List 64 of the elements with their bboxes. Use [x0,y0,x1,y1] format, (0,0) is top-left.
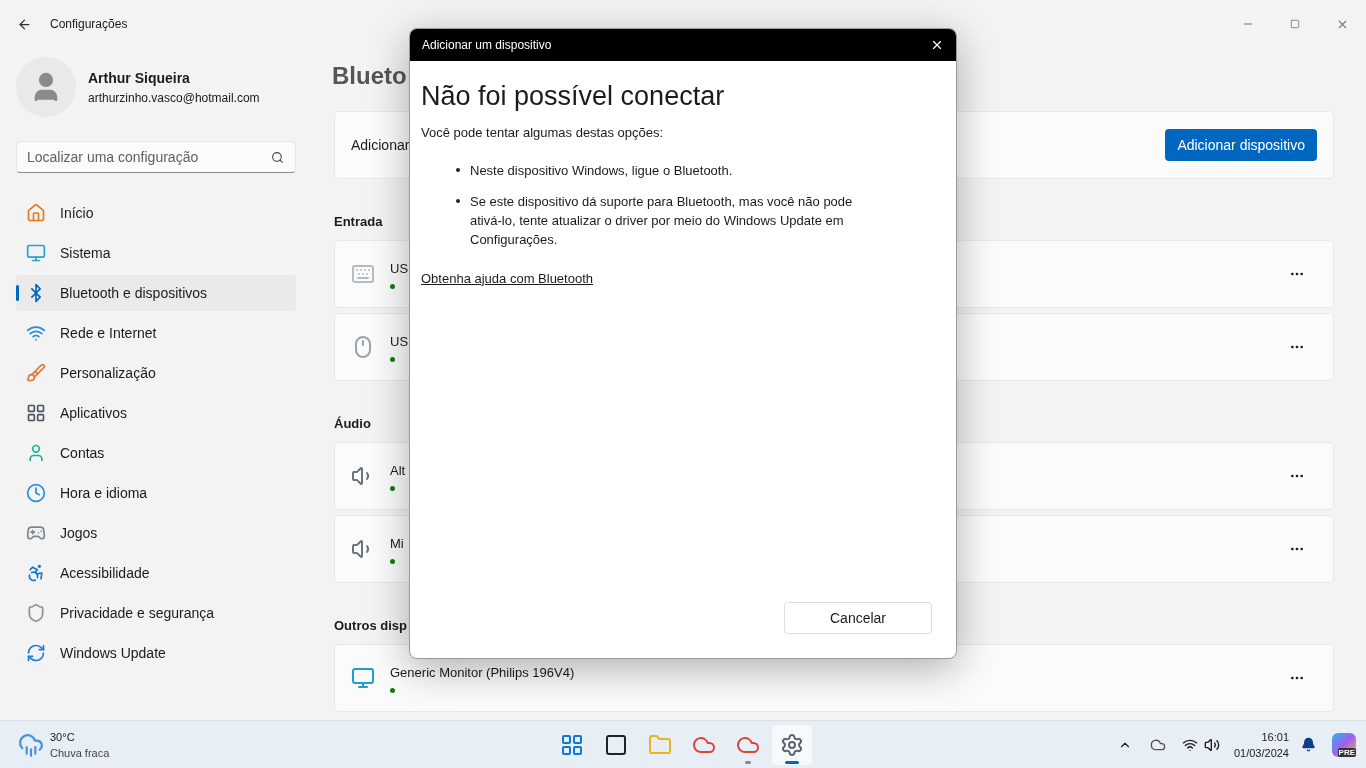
section-heading: Entrada [334,214,383,230]
dialog-title: Adicionar um dispositivo [422,37,552,54]
device-name: US [390,333,409,352]
section-heading: Outros disp [334,618,407,634]
sidebar-item[interactable]: Sistema [16,235,296,271]
option-text: Neste dispositivo Windows, ligue o Bluetooth. [470,161,733,180]
account-icon [26,443,46,463]
clock-time[interactable]: 16:01 [1261,728,1289,745]
sidebar-item[interactable]: Jogos [16,515,296,551]
apps-icon [26,403,46,423]
search-icon [271,151,284,164]
accessibility-icon [26,563,46,583]
add-device-button[interactable]: Adicionar dispositivo [1165,129,1317,161]
windows-logo-icon [560,733,584,757]
sidebar-item[interactable]: Início [16,195,296,231]
privacy-icon [26,603,46,623]
card-label: Adicionar [351,135,410,155]
copilot-icon[interactable]: PRE [1332,732,1356,757]
monitor-icon [351,666,375,690]
sidebar-item[interactable]: Aplicativos [16,395,296,431]
profile-email: arthurzinho.vasco@hotmail.com [88,89,260,107]
task-view-icon [604,733,628,757]
brush-icon [26,363,46,383]
notification-icon[interactable] [1301,737,1316,752]
window-title: Configurações [50,16,128,33]
volume-icon[interactable] [1203,736,1220,753]
device-name: Generic Monitor (Philips 196V4) [390,664,575,683]
dialog-intro: Você pode tentar algumas destas opções: [421,124,665,142]
dialog-heading: Não foi possível conectar [421,80,726,113]
sidebar-item[interactable]: Privacidade e segurança [16,595,296,631]
sidebar-item[interactable]: Rede e Internet [16,315,296,351]
sidebar-item[interactable]: Acessibilidade [16,555,296,591]
cancel-button[interactable]: Cancelar [784,602,932,634]
sidebar-item[interactable]: Windows Update [16,635,296,671]
section-heading: Áudio [334,416,371,432]
device-name: Alt [390,462,406,481]
option-text: Se este dispositivo dá suporte para Bluetooth, mas você não pode ativá-lo, tente atualizar o driver por meio do Windows Update em Configurações. [470,192,854,249]
sidebar-item[interactable]: Contas [16,435,296,471]
temperature: 30°C [50,729,76,745]
device-name: US [390,260,409,279]
weather-icon[interactable] [18,731,44,758]
profile-name: Arthur Siqueira [88,68,191,88]
settings-icon [780,733,804,757]
sidebar-item[interactable]: Personalização [16,355,296,391]
update-icon [26,643,46,663]
search-field[interactable]: Localizar uma configuração [16,141,296,173]
device-name: Mi [390,535,404,554]
close-icon[interactable] [930,38,944,52]
system-icon [26,243,46,263]
sidebar-item[interactable]: Hora e idioma [16,475,296,511]
games-icon [26,523,46,543]
folder-icon [648,733,672,757]
network-icon [26,323,46,343]
bullet-icon [456,167,460,172]
back-icon[interactable] [17,16,32,32]
keyboard-icon [351,262,375,286]
help-link[interactable]: Obtenha ajuda com Bluetooth [421,268,593,288]
sidebar-item[interactable]: Bluetooth e dispositivos [16,275,296,311]
time-icon [26,483,46,503]
bullet-icon [456,198,460,203]
page-title: Blueto [332,61,407,91]
home-icon [26,203,46,223]
weather-condition: Chuva fraca [50,745,110,761]
clock-date[interactable]: 01/03/2024 [1233,744,1289,761]
